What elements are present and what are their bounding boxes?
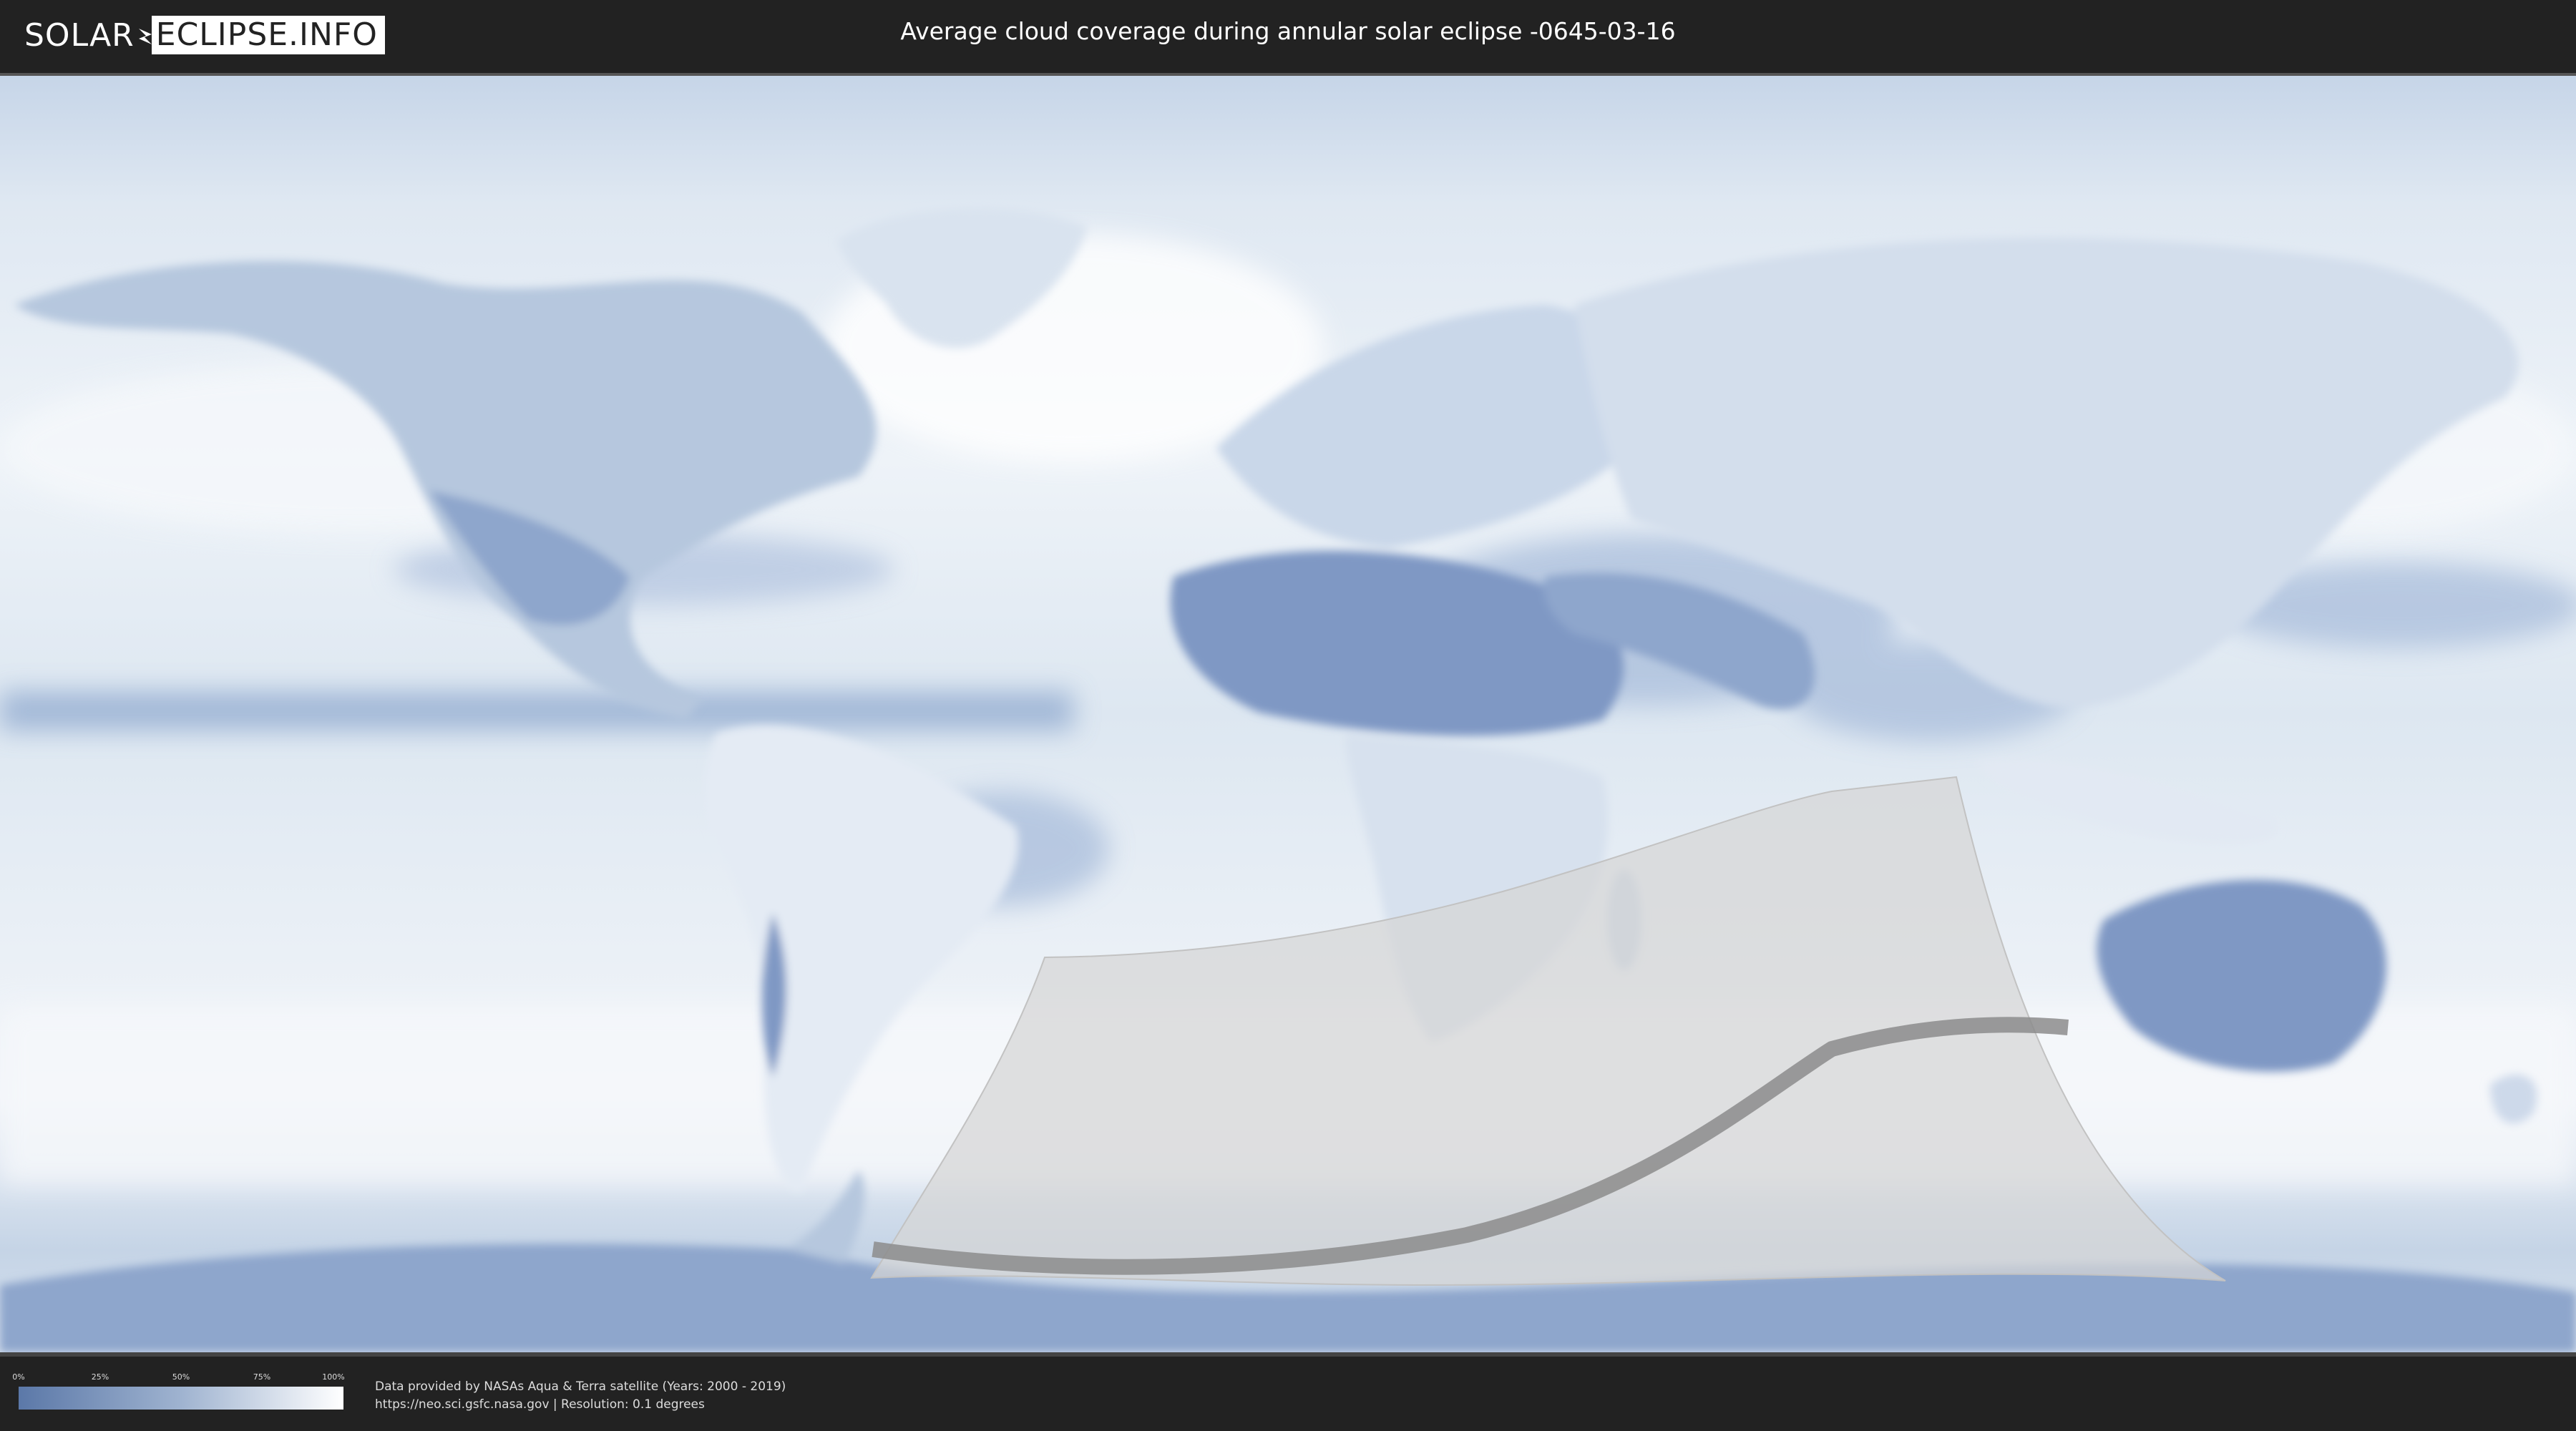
legend-tick-50: 50% [172, 1372, 190, 1382]
legend-gradient-bar [19, 1387, 343, 1410]
legend-tick-0: 0% [12, 1372, 25, 1382]
legend-tick-75: 75% [253, 1372, 271, 1382]
credit-line-source: Data provided by NASAs Aqua & Terra sate… [375, 1379, 786, 1394]
page-title: Average cloud coverage during annular so… [900, 17, 1676, 45]
legend-tick-25: 25% [91, 1372, 109, 1382]
header-bar: SOLAR ECLIPSE.INFO Average cloud coverag… [0, 0, 2576, 72]
credit-line-url[interactable]: https://neo.sci.gsfc.nasa.gov | Resoluti… [375, 1396, 786, 1414]
cloud-coverage-legend: 0% 25% 50% 75% 100% [12, 1372, 345, 1412]
legend-tick-100: 100% [322, 1372, 345, 1382]
data-credits: Data provided by NASAs Aqua & Terra sate… [375, 1378, 786, 1414]
cloud-coverage-map[interactable] [0, 73, 2576, 1357]
world-map [0, 76, 2576, 1352]
footer-bar: 0% 25% 50% 75% 100% Data provided by NAS… [0, 1357, 2576, 1431]
